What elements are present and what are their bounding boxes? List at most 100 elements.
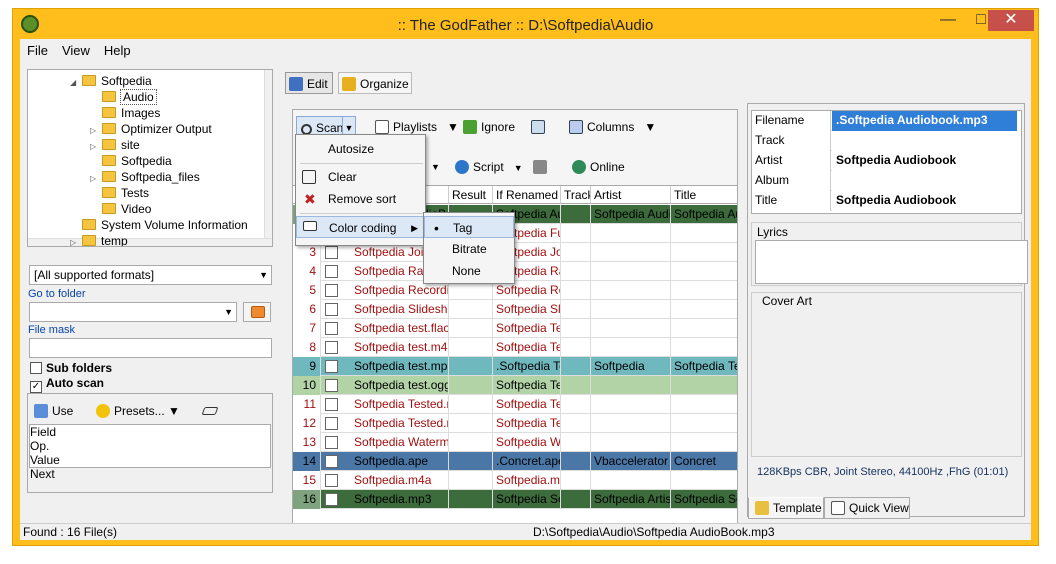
table-row[interactable]: 5Softpedia RecordingSoftpedia Rec	[293, 281, 737, 300]
folder-path-input[interactable]: ▼	[29, 302, 237, 322]
row-checkbox[interactable]	[325, 417, 338, 430]
row-checkbox[interactable]	[325, 341, 338, 354]
auto-scan-checkbox[interactable]: ✓ Auto scan	[30, 376, 104, 393]
table-row[interactable]: 12 Softpedia Tested.m4a Softpedia Tes	[293, 414, 737, 433]
table-row[interactable]: 14 Softpedia.ape .Concret.ape Vbaccelerator…	[293, 452, 737, 471]
table-row[interactable]: 7 Softpedia test.flac Softpedia Tes	[293, 319, 737, 338]
row-checkbox[interactable]	[325, 265, 338, 278]
go-to-folder-label[interactable]: Go to folder	[28, 288, 85, 300]
menu-item-autosize[interactable]: Autosize	[296, 138, 425, 160]
tag-row[interactable]: Album	[752, 171, 1017, 191]
table-cell	[449, 338, 493, 357]
tag-row[interactable]: Filename .Softpedia Audiobook.mp3	[752, 111, 1017, 131]
tag-value[interactable]	[832, 131, 1017, 151]
tools-button[interactable]	[533, 156, 551, 178]
menu-help[interactable]: Help	[97, 39, 138, 58]
extra-dropdown-arrow[interactable]: ▼	[431, 156, 440, 178]
use-button[interactable]: Use	[34, 400, 73, 422]
tree-hscroll[interactable]	[28, 238, 272, 246]
audio-info-text: 128KBps CBR, Joint Stereo, 44100Hz ,FhG …	[757, 466, 1009, 478]
row-checkbox[interactable]	[325, 284, 338, 297]
row-checkbox[interactable]	[325, 360, 338, 373]
table-row[interactable]: 9 Softpedia test.mp3 .Softpedia Te Softpedi…	[293, 357, 737, 376]
tree-item[interactable]: System Volume Information	[70, 217, 248, 233]
filter-col-value: Value	[30, 453, 60, 467]
table-row[interactable]: 4Softpedia RadioSoftpedia Rad	[293, 262, 737, 281]
table-row[interactable]: 15 Softpedia.m4a Softpedia.m4	[293, 471, 737, 490]
tag-row[interactable]: Track	[752, 131, 1017, 151]
table-row[interactable]: 16 Softpedia.mp3 Softpedia So Softpedia Art…	[293, 490, 737, 509]
columns-button[interactable]: Columns ▼	[569, 116, 656, 138]
menu-item-clear[interactable]: Clear	[296, 166, 425, 188]
browse-folder-button[interactable]	[243, 302, 271, 322]
row-checkbox[interactable]	[325, 493, 338, 506]
column-header[interactable]: Artist	[591, 186, 671, 204]
table-row[interactable]: 11 Softpedia Tested.mp3 Softpedia Tes	[293, 395, 737, 414]
tree-item[interactable]: Tests	[90, 185, 149, 201]
submenu-item-none[interactable]: None	[424, 260, 514, 282]
tree-item[interactable]: Audio	[90, 89, 157, 105]
folder-tree[interactable]: ◢ Softpedia Audio Images ▷ Optimizer Output ▷ s…	[27, 69, 273, 247]
menu-item-remove-sort[interactable]: ✖ Remove sort	[296, 188, 425, 210]
tree-vscroll[interactable]	[264, 70, 272, 246]
filter-grid[interactable]: Field Op. Value Next	[29, 424, 271, 481]
sub-folders-checkbox[interactable]: Sub folders	[30, 361, 112, 375]
script-button[interactable]: Script ▼	[455, 156, 523, 178]
tag-row[interactable]: Artist Softpedia Audiobook	[752, 151, 1017, 171]
close-button[interactable]: ✕	[988, 10, 1034, 31]
menu-item-color-coding[interactable]: Color coding ▶	[296, 216, 425, 238]
format-filter-select[interactable]: [All supported formats] ▼	[29, 265, 272, 285]
menu-file[interactable]: File	[20, 39, 55, 58]
tree-item[interactable]: ▷ Optimizer Output	[90, 121, 212, 137]
tag-value[interactable]: Softpedia Audiobook	[832, 191, 1017, 211]
online-button[interactable]: Online	[572, 156, 625, 178]
tree-item[interactable]: ◢ Softpedia	[70, 73, 152, 89]
table-row[interactable]: 8 Softpedia test.m4a Softpedia Tes	[293, 338, 737, 357]
submenu-item-bitrate[interactable]: Bitrate	[424, 238, 514, 260]
file-mask-input[interactable]	[29, 338, 272, 358]
tag-value[interactable]	[832, 171, 1017, 191]
row-checkbox[interactable]	[325, 398, 338, 411]
tab-edit[interactable]: Edit	[285, 72, 333, 94]
table-row[interactable]: 6 Softpedia Slideshow Softpedia Slic	[293, 300, 737, 319]
table-cell: 10	[293, 376, 321, 395]
eraser-button[interactable]	[201, 400, 221, 422]
expand-icon[interactable]: ▷	[70, 235, 82, 246]
tab-quick-view[interactable]: Quick View	[824, 497, 910, 519]
column-header[interactable]: Result	[449, 186, 493, 204]
row-checkbox[interactable]	[325, 474, 338, 487]
submenu-item-tag[interactable]: • Tag	[424, 216, 514, 238]
column-header[interactable]: Title	[671, 186, 737, 204]
row-checkbox[interactable]	[325, 322, 338, 335]
tab-template[interactable]: Template	[748, 497, 824, 519]
table-cell: Softpedia test.ogg	[351, 376, 449, 395]
list-view-button[interactable]	[531, 116, 549, 138]
tree-item[interactable]: ▷ site	[90, 137, 140, 153]
presets-button[interactable]: Presets... ▼	[96, 400, 180, 422]
tag-grid[interactable]: Filename .Softpedia Audiobook.mp3 Track Art…	[751, 110, 1022, 214]
row-checkbox[interactable]	[325, 303, 338, 316]
row-checkbox[interactable]	[325, 436, 338, 449]
tag-value[interactable]: Softpedia Audiobook	[832, 151, 1017, 171]
tree-item[interactable]: Softpedia	[90, 153, 172, 169]
tree-item[interactable]: Video	[90, 201, 151, 217]
table-cell: 5	[293, 281, 321, 300]
table-row[interactable]: 10 Softpedia test.ogg Softpedia Tes	[293, 376, 737, 395]
column-header[interactable]: Track	[561, 186, 591, 204]
tag-row[interactable]: Title Softpedia Audiobook	[752, 191, 1017, 211]
lyrics-textarea[interactable]	[755, 240, 1028, 284]
menu-view[interactable]: View	[55, 39, 97, 58]
row-checkbox[interactable]	[325, 379, 338, 392]
table-cell	[449, 300, 493, 319]
ignore-button[interactable]: Ignore	[463, 116, 515, 138]
tab-organize[interactable]: Organize	[338, 72, 412, 94]
expand-icon[interactable]: ◢	[70, 75, 82, 91]
row-checkbox[interactable]	[325, 455, 338, 468]
tree-item[interactable]: ▷ temp	[70, 233, 128, 246]
table-row[interactable]: 13 Softpedia Watermark Softpedia Wa	[293, 433, 737, 452]
tag-value[interactable]: .Softpedia Audiobook.mp3	[832, 111, 1017, 131]
column-header[interactable]: If Renamed	[493, 186, 561, 204]
tree-item[interactable]: Images	[90, 105, 160, 121]
tree-item[interactable]: ▷ Softpedia_files	[90, 169, 200, 185]
row-checkbox[interactable]	[325, 246, 338, 259]
